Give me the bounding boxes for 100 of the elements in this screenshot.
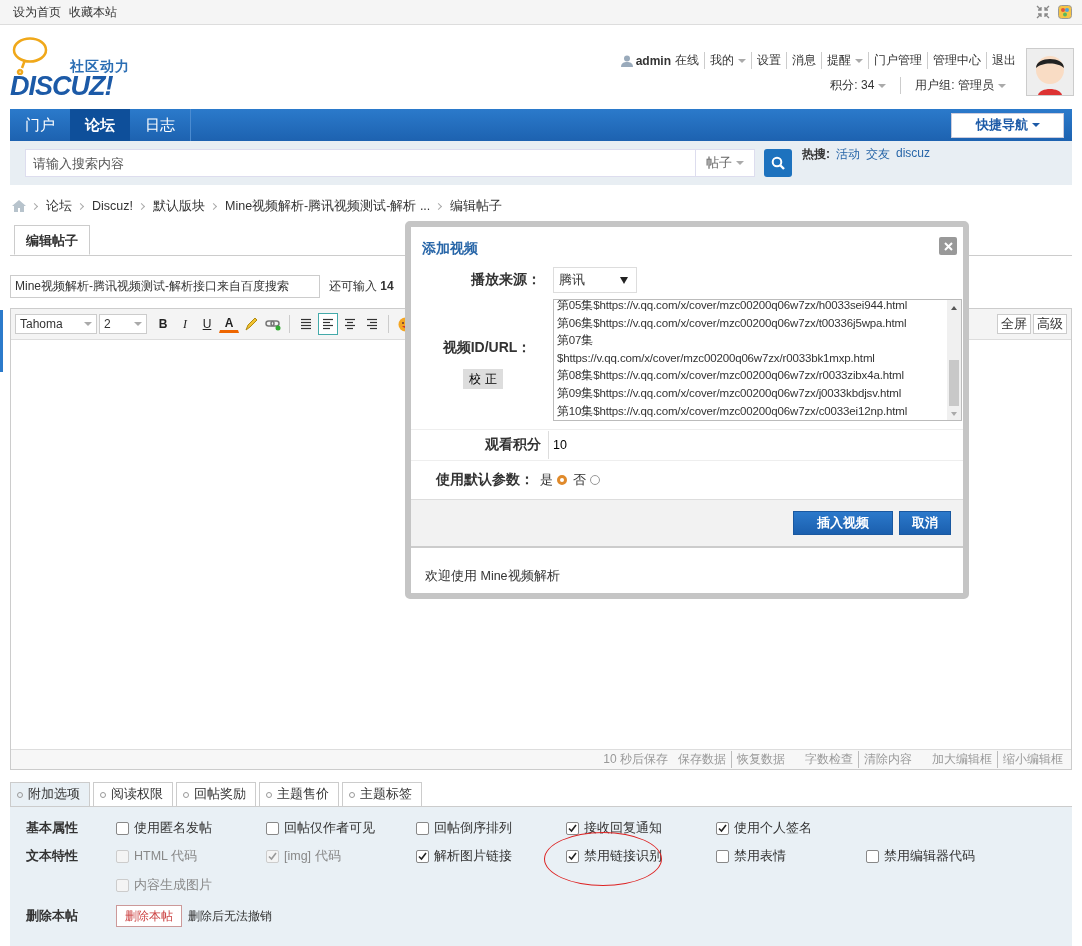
options-tab[interactable]: 阅读权限: [93, 782, 173, 806]
title-field[interactable]: Mine视频解析-腾讯视频测试-解析接口来自百度搜索: [10, 275, 320, 298]
checkbox-label: [img] 代码: [284, 848, 341, 865]
options-tab[interactable]: 附加选项: [10, 782, 90, 806]
nav-tab[interactable]: 论坛: [70, 109, 130, 141]
close-button[interactable]: [939, 237, 957, 255]
user-menu-link[interactable]: 我的: [705, 52, 752, 69]
checkbox[interactable]: [866, 850, 879, 863]
search-field[interactable]: 请输入搜索内容: [25, 149, 695, 177]
option-group-label: 基本属性: [26, 820, 79, 837]
avatar-icon[interactable]: [1026, 48, 1074, 96]
option-group-label: 文本特性: [26, 848, 79, 865]
checkbox-label: HTML 代码: [134, 848, 198, 865]
checkbox[interactable]: [416, 850, 429, 863]
points-label: 观看积分: [484, 436, 541, 454]
radio-button[interactable]: [557, 475, 567, 485]
checkbox-label: 内容生成图片: [134, 877, 212, 894]
caret-icon: [1031, 123, 1040, 127]
checkbox[interactable]: [566, 822, 579, 835]
checkbox[interactable]: [416, 822, 429, 835]
caret-icon: [738, 58, 746, 63]
hot-search-link[interactable]: discuz: [896, 146, 930, 163]
breadcrumb-link[interactable]: 论坛: [46, 197, 72, 215]
color-button[interactable]: A: [219, 315, 239, 333]
radio-label: 否: [573, 471, 586, 489]
collapse-icon[interactable]: [1036, 5, 1050, 19]
checkbox[interactable]: [716, 822, 729, 835]
user-menu-link[interactable]: 消息: [787, 52, 822, 69]
remaining-count: 还可输入 14: [329, 278, 394, 295]
italic-button[interactable]: I: [175, 313, 195, 335]
checkbox-label: 回帖仅作者可见: [284, 820, 375, 837]
points-link[interactable]: 积分: 34: [830, 77, 902, 94]
checkbox[interactable]: [716, 850, 729, 863]
search-button[interactable]: [764, 149, 792, 177]
align-icon: [365, 318, 379, 330]
dialog-title: 添加视频: [422, 240, 478, 258]
nav-tab[interactable]: 日志: [130, 109, 190, 141]
url-textarea[interactable]: 第05集$https://v.qq.com/x/cover/mzc00200q06w7zx/h0033sei944.html 第06集$https://v.qq.com/x/cover/mzc00200q06w7zx/t00336j5wpa.html 第07集 $https://v.qq.com/x/cover/mzc00200q06w7zx/r0033bk1mxp.html 第08集$https://v.qq.com/x/cover/mzc00200q06w7zx/r0033zibx4a.html 第09集$https://v.qq.com/x/cover/mzc00200q06w7zx/j0033kbdjsv.html 第10集$https://v.qq.com/x/cover/mzc00200q06w7zx/c0033ei12np.html: [553, 299, 962, 421]
breadcrumb-link[interactable]: 编辑帖子: [450, 197, 503, 215]
radio-label: 是: [540, 471, 553, 489]
caret-icon: [620, 276, 628, 284]
checkbox-label: 接收回复通知: [584, 820, 662, 837]
source-label: 播放来源：: [470, 271, 541, 289]
edit-post-tab[interactable]: 编辑帖子: [14, 225, 90, 255]
url-label: 视频ID/URL：: [442, 339, 532, 357]
align-left-button[interactable]: [318, 313, 338, 335]
user-icon: [620, 54, 633, 67]
user-menu-link[interactable]: 设置: [752, 52, 787, 69]
align-icon: [343, 318, 357, 330]
speech-bubble-icon: [12, 37, 48, 75]
top-link[interactable]: 设为首页: [13, 3, 61, 21]
scrollbar[interactable]: [947, 300, 961, 420]
delete-post-button[interactable]: 删除本帖: [116, 905, 182, 927]
radio-button[interactable]: [590, 475, 600, 485]
checkbox-label: 禁用编辑器代码: [884, 848, 975, 865]
online-status: 在线: [675, 52, 705, 69]
palette-icon[interactable]: [1058, 5, 1072, 19]
nav-tab[interactable]: 门户: [10, 109, 70, 141]
editor-mode-button[interactable]: 全屏: [997, 314, 1031, 334]
search-icon: [771, 156, 785, 170]
dialog-footer-text: 欢迎使用 Mine视频解析: [425, 568, 560, 585]
user-menu-link[interactable]: 提醒: [822, 52, 869, 69]
checkbox-label: 使用个人签名: [734, 820, 812, 837]
align-icon: [299, 318, 313, 330]
hot-search-link[interactable]: 交友: [866, 146, 890, 163]
user-menu-link[interactable]: 管理中心: [928, 52, 987, 69]
underline-button[interactable]: U: [197, 313, 217, 335]
caret-icon: [998, 83, 1006, 88]
options-tab[interactable]: 主题售价: [259, 782, 339, 806]
font-select[interactable]: Tahoma: [15, 314, 97, 334]
user-menu-link[interactable]: 门户管理: [869, 52, 928, 69]
breadcrumb-link[interactable]: 默认版块: [153, 197, 205, 215]
pencil-icon: [243, 316, 259, 332]
checkbox-label: 回帖倒序排列: [434, 820, 512, 837]
options-tab[interactable]: 回帖奖励: [176, 782, 256, 806]
home-icon[interactable]: [12, 200, 26, 212]
source-select[interactable]: 腾讯: [553, 267, 637, 293]
checkbox-label: 禁用表情: [734, 848, 786, 865]
options-tab[interactable]: 主题标签: [342, 782, 422, 806]
usergroup-link[interactable]: 用户组: 管理员: [915, 77, 1006, 94]
size-select[interactable]: 2: [99, 314, 147, 334]
hot-search-link[interactable]: 活动: [836, 146, 860, 163]
breadcrumb-link[interactable]: Discuz!: [92, 199, 133, 213]
checkbox[interactable]: [116, 822, 129, 835]
user-menu-link[interactable]: 退出: [987, 52, 1018, 69]
link-icon: [265, 317, 281, 331]
correct-button[interactable]: 校 正: [463, 369, 503, 389]
checkbox[interactable]: [266, 822, 279, 835]
username-link[interactable]: admin: [635, 53, 671, 68]
quick-nav-button[interactable]: 快捷导航: [951, 112, 1064, 138]
logo-tagline: 社区动力: [70, 58, 130, 76]
insert-video-button[interactable]: 插入视频: [793, 511, 893, 535]
checkbox[interactable]: [566, 850, 579, 863]
top-link[interactable]: 收藏本站: [69, 3, 117, 21]
cancel-button[interactable]: 取消: [899, 511, 951, 535]
caret-icon: [84, 322, 92, 326]
bold-button[interactable]: B: [153, 313, 173, 335]
search-scope-select[interactable]: 帖子: [695, 149, 755, 177]
breadcrumb-link[interactable]: Mine视频解析-腾讯视频测试-解析 ...: [225, 197, 431, 215]
editor-mode-button[interactable]: 高级: [1033, 314, 1067, 334]
